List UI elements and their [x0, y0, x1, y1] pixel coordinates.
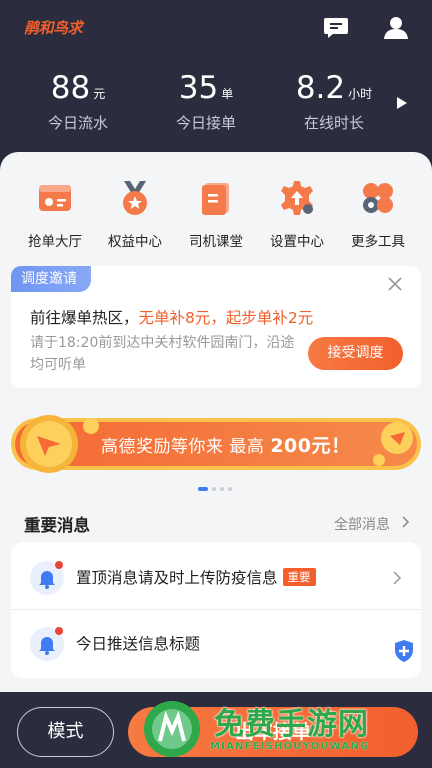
more-tools-icon: [363, 183, 393, 213]
messages-list: 置顶消息请及时上传防疫信息 重要 今日推送信息标题: [11, 542, 421, 678]
chevron-right-icon[interactable]: [400, 516, 410, 528]
tools-grid: 抢单大厅 权益中心 司机课堂 设置中心 更多工具: [0, 178, 432, 250]
tool-label: 抢单大厅: [28, 234, 82, 250]
stat-label: 在线时长: [303, 114, 364, 132]
tool-label: 权益中心: [108, 234, 162, 250]
dispatch-invite-card: 调度邀请 前往爆单热区，无单补8元，起步单补2元 请于18:20前到达中关村软件…: [11, 266, 421, 388]
stat-value: 35: [178, 70, 219, 106]
bottom-bar-inner: 模式 出车接单: [0, 692, 432, 768]
app-logo: 鹃和鸟求: [24, 19, 83, 37]
book-icon: [202, 183, 229, 215]
start-taking-orders-button[interactable]: 出车接单: [128, 707, 418, 757]
all-messages-link[interactable]: 全部消息: [334, 514, 390, 534]
main-card: 抢单大厅 权益中心 司机课堂 设置中心 更多工具 调度邀请 前往爆单热区，无单补…: [0, 152, 432, 692]
chevron-right-icon[interactable]: [392, 571, 402, 585]
shield-icon[interactable]: [387, 634, 421, 668]
stat-value: 88: [50, 70, 91, 106]
invite-title-highlight: 无单补8元，起步单补2元: [138, 309, 314, 327]
invite-tag: 调度邀请: [11, 266, 91, 292]
tool-driver-class[interactable]: 司机课堂: [176, 178, 256, 250]
stats-row: 88 元 今日流水 35 单 今日接单 8.2 小时 在线时长: [0, 70, 432, 140]
tool-more[interactable]: 更多工具: [338, 178, 418, 250]
stat-value: 8.2: [295, 70, 346, 106]
header: 鹃和鸟求 88 元 今日流水 35 单 今日接单 8.2 小时 在线时长: [0, 0, 432, 170]
user-icon[interactable]: [383, 16, 409, 40]
invite-title: 前往爆单热区，无单补8元，起步单补2元: [30, 306, 313, 328]
medal-icon: [123, 181, 147, 215]
stat-label: 今日接单: [175, 114, 236, 132]
tool-settings[interactable]: 设置中心: [257, 178, 337, 250]
stat-income: 88 元 今日流水: [18, 70, 138, 133]
message-item[interactable]: 今日推送信息标题: [11, 610, 421, 676]
carousel-dot-active[interactable]: [198, 487, 208, 491]
stat-orders: 35 单 今日接单: [146, 70, 266, 133]
message-item[interactable]: 置顶消息请及时上传防疫信息 重要: [11, 544, 421, 610]
tool-label: 司机课堂: [189, 234, 243, 250]
bell-icon: [30, 627, 64, 661]
message-title: 今日推送信息标题: [76, 635, 201, 653]
banner-text-main: 高德奖励等你来 最高: [101, 437, 271, 457]
tool-benefits[interactable]: 权益中心: [95, 178, 175, 250]
message-title: 置顶消息请及时上传防疫信息: [76, 569, 278, 587]
bell-icon: [30, 561, 64, 595]
stat-unit: 小时: [348, 87, 373, 101]
banner-text: 高德奖励等你来 最高 200元！: [101, 431, 350, 458]
bottom-bar: 模式 出车接单 免费手游网 MIANFEISHOUYOUWANG: [0, 692, 432, 768]
carousel-dot[interactable]: [228, 487, 232, 491]
gear-icon: [281, 181, 313, 215]
carousel-dot[interactable]: [220, 487, 224, 491]
message-icon[interactable]: [323, 16, 349, 40]
mode-button[interactable]: 模式: [17, 707, 114, 757]
order-hall-icon: [39, 185, 71, 211]
invite-title-prefix: 前往爆单热区，: [30, 309, 139, 327]
stat-label: 今日流水: [47, 114, 108, 132]
important-badge: 重要: [282, 568, 316, 586]
message-text: 置顶消息请及时上传防疫信息 重要: [76, 566, 316, 588]
close-icon[interactable]: [387, 276, 403, 292]
tool-order-hall[interactable]: 抢单大厅: [15, 178, 95, 250]
messages-section-title: 重要消息: [24, 516, 90, 535]
stat-unit: 单: [221, 87, 234, 101]
tool-label: 更多工具: [351, 234, 405, 250]
stat-online-time: 8.2 小时 在线时长: [274, 70, 394, 133]
accept-dispatch-button[interactable]: 接受调度: [308, 337, 403, 370]
invite-description: 请于18:20前到达中关村软件园南门，沿途均可听单: [30, 335, 295, 373]
tool-label: 设置中心: [270, 234, 324, 250]
carousel-dot[interactable]: [212, 487, 216, 491]
play-arrow-icon[interactable]: [396, 96, 408, 110]
promo-banner[interactable]: 高德奖励等你来 最高 200元！: [11, 414, 421, 474]
banner-amount: 200元！: [270, 435, 351, 457]
stat-unit: 元: [93, 87, 106, 101]
